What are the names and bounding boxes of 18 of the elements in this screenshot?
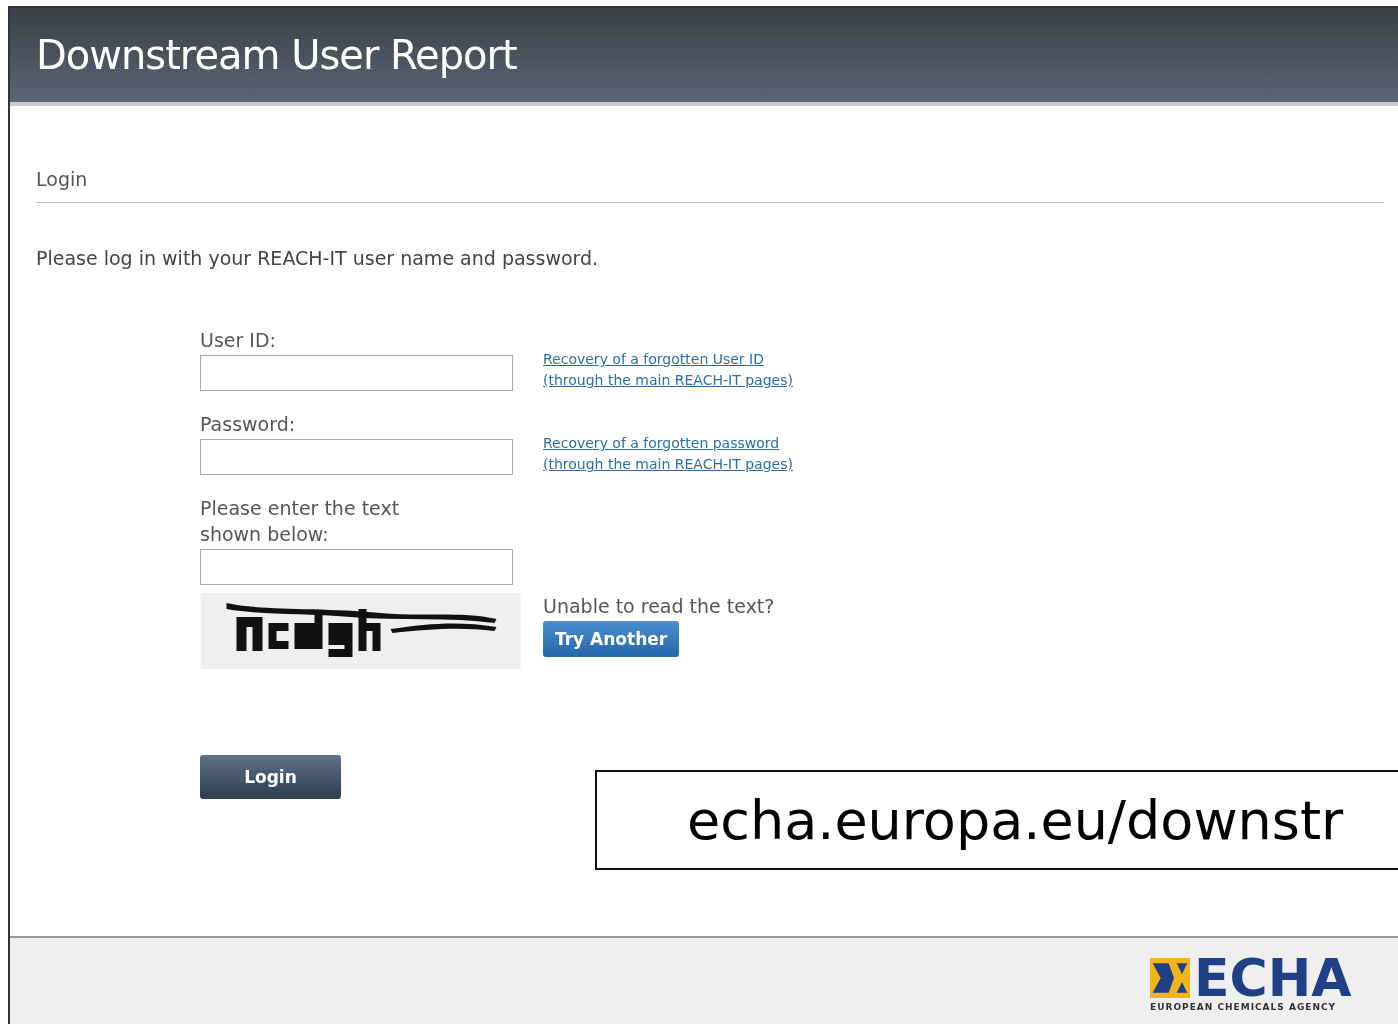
field-label: User ID: — [200, 328, 277, 353]
try-another-button[interactable]: Try Another — [543, 621, 680, 657]
page-title: Downstream User Report — [36, 32, 517, 78]
logo-subtitle: EUROPEAN CHEMICALS AGENCY — [1150, 1002, 1338, 1012]
field-label: Password: — [200, 412, 297, 437]
captcha-prompt: Unable to read the text? — [543, 595, 775, 617]
url-caption: echa.europa.eu/downstr — [595, 770, 1398, 870]
input-field[interactable] — [200, 439, 513, 475]
input-field[interactable] — [200, 549, 513, 585]
logo-icon — [1150, 958, 1190, 998]
field-label: Please enter the text shown below: — [200, 496, 401, 547]
section-title: Login — [36, 168, 1384, 203]
login-button[interactable]: Login — [200, 755, 341, 799]
logo-text: ECHA — [1194, 954, 1352, 1002]
recovery-link[interactable]: Recovery of a forgotten password (through the main REACH-IT pages) — [543, 433, 793, 475]
input-field[interactable] — [200, 355, 513, 391]
intro-text: Please log in with your REACH-IT user name and password. — [36, 247, 600, 269]
recovery-link[interactable]: Recovery of a forgotten User ID (through the main REACH-IT pages) — [543, 349, 793, 391]
